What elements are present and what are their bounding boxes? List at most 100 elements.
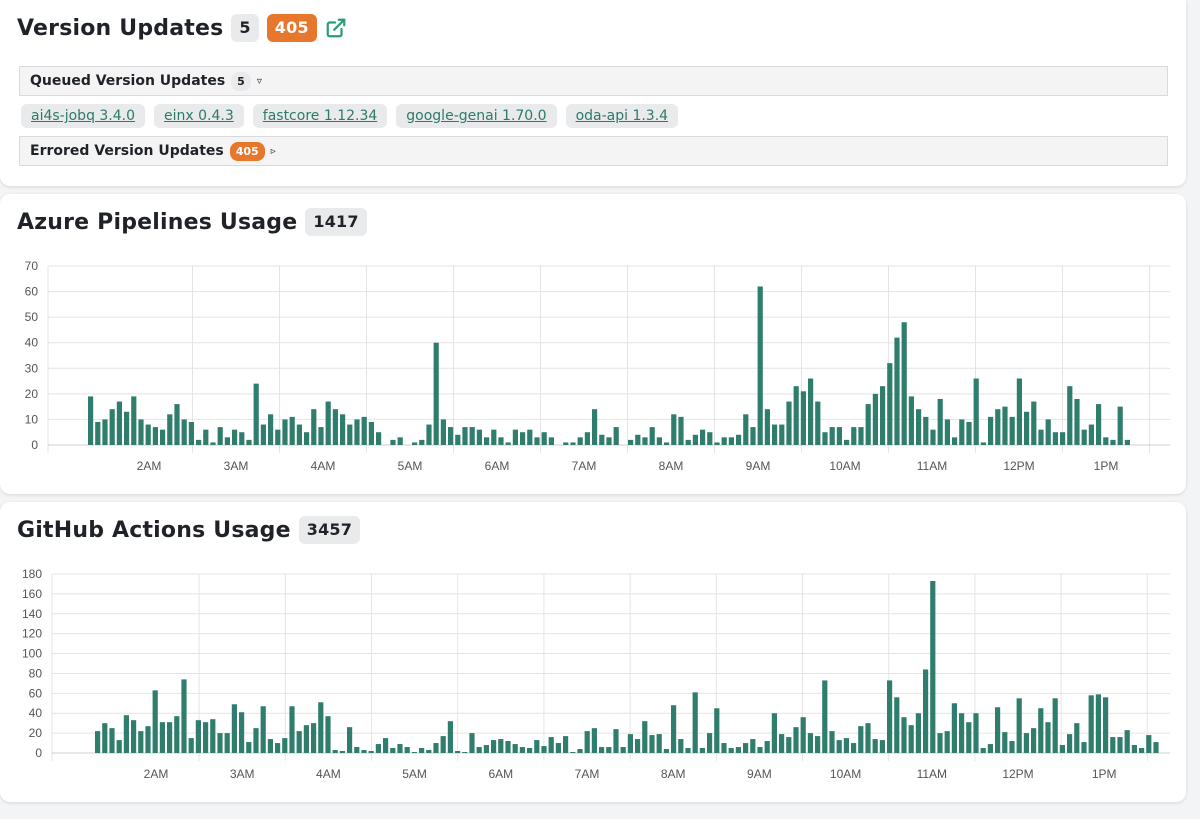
usage-bar xyxy=(1124,439,1130,445)
usage-bar xyxy=(1103,437,1109,445)
usage-bar xyxy=(577,437,583,445)
package-link[interactable]: fastcore 1.12.34 xyxy=(252,104,388,128)
external-link-icon[interactable] xyxy=(325,17,347,39)
usage-bar xyxy=(368,421,374,445)
x-tick-label: 2AM xyxy=(137,459,162,473)
usage-bar xyxy=(469,427,475,445)
usage-bar xyxy=(325,716,331,753)
usage-bar xyxy=(411,752,417,753)
usage-bar xyxy=(152,690,158,753)
package-link[interactable]: einx 0.4.3 xyxy=(154,104,244,128)
usage-bar xyxy=(224,733,230,753)
usage-bar xyxy=(635,434,641,445)
y-tick-label: 50 xyxy=(25,310,39,324)
usage-bar xyxy=(692,434,698,445)
usage-bar xyxy=(426,750,432,753)
usage-bar xyxy=(419,439,425,445)
usage-bar xyxy=(491,429,497,445)
usage-bar xyxy=(520,432,526,445)
y-tick-label: 20 xyxy=(29,726,43,740)
usage-bar xyxy=(872,739,878,753)
usage-bar xyxy=(433,743,439,753)
usage-bar xyxy=(692,692,698,753)
usage-bar xyxy=(181,419,187,445)
errored-section-label: Errored Version Updates xyxy=(30,143,224,159)
usage-bar xyxy=(656,734,662,753)
usage-bar xyxy=(1045,722,1051,753)
version-updates-heading: Version Updates 5 405 xyxy=(17,14,347,42)
usage-bar xyxy=(786,401,792,445)
usage-bar xyxy=(829,731,835,753)
usage-bar xyxy=(296,731,302,753)
x-tick-label: 10AM xyxy=(829,459,860,473)
y-tick-label: 100 xyxy=(22,647,42,661)
y-tick-label: 80 xyxy=(29,666,43,680)
usage-bar xyxy=(1024,411,1030,445)
usage-bar xyxy=(663,749,669,753)
usage-bar xyxy=(332,750,338,753)
usage-bar xyxy=(397,744,403,753)
usage-bar xyxy=(757,286,763,445)
usage-bar xyxy=(649,427,655,445)
y-tick-label: 70 xyxy=(25,259,39,273)
usage-bar xyxy=(743,743,749,753)
usage-bar xyxy=(1139,748,1145,753)
usage-bar xyxy=(1095,694,1101,753)
usage-bar xyxy=(498,437,504,445)
usage-bar xyxy=(735,747,741,753)
usage-bar xyxy=(880,386,886,445)
usage-bar xyxy=(592,409,598,445)
package-link[interactable]: ai4s-jobq 3.4.0 xyxy=(21,104,146,128)
usage-bar xyxy=(462,427,468,445)
usage-bar xyxy=(397,437,403,445)
usage-bar xyxy=(836,740,842,753)
usage-bar xyxy=(872,393,878,445)
usage-bar xyxy=(1117,406,1123,445)
x-tick-label: 1PM xyxy=(1094,459,1119,473)
usage-bar xyxy=(995,409,1001,445)
usage-bar xyxy=(196,439,202,445)
usage-bar xyxy=(1074,723,1080,753)
usage-bar xyxy=(599,434,605,445)
errored-version-updates-toggle[interactable]: Errored Version Updates 405 ▹ xyxy=(19,136,1168,166)
usage-bar xyxy=(1052,432,1058,445)
usage-bar xyxy=(1117,737,1123,753)
usage-bar xyxy=(282,738,288,753)
usage-bar xyxy=(793,386,799,445)
usage-bar xyxy=(440,736,446,753)
usage-bar xyxy=(275,429,281,445)
usage-bar xyxy=(714,708,720,753)
y-tick-label: 180 xyxy=(22,567,42,581)
usage-bar xyxy=(678,416,684,445)
queued-version-updates-toggle[interactable]: Queued Version Updates 5 ▿ xyxy=(19,66,1168,96)
usage-bar xyxy=(736,434,742,445)
usage-bar xyxy=(491,740,497,753)
usage-bar xyxy=(527,748,533,753)
usage-bar xyxy=(1131,745,1137,753)
usage-bar xyxy=(678,739,684,753)
queued-count-badge: 5 xyxy=(231,14,259,42)
package-link[interactable]: oda-api 1.3.4 xyxy=(565,104,679,128)
x-tick-label: 7AM xyxy=(572,459,597,473)
usage-bar xyxy=(843,738,849,753)
y-tick-label: 40 xyxy=(29,706,43,720)
usage-bar xyxy=(361,416,367,445)
usage-bar xyxy=(1103,697,1109,753)
usage-bar xyxy=(959,419,965,445)
usage-bar xyxy=(347,727,353,753)
usage-bar xyxy=(1059,745,1065,753)
x-tick-label: 12PM xyxy=(1002,767,1033,781)
usage-bar xyxy=(174,404,180,445)
usage-bar xyxy=(469,733,475,753)
usage-bar xyxy=(275,743,281,753)
usage-bar xyxy=(318,427,324,445)
usage-bar xyxy=(584,432,590,445)
package-link[interactable]: google-genai 1.70.0 xyxy=(396,104,557,128)
usage-bar xyxy=(664,442,670,445)
usage-bar xyxy=(656,437,662,445)
usage-bar xyxy=(1096,404,1102,445)
usage-bar xyxy=(224,437,230,445)
usage-bar xyxy=(699,748,705,753)
usage-bar xyxy=(613,427,619,445)
usage-bar xyxy=(894,697,900,753)
